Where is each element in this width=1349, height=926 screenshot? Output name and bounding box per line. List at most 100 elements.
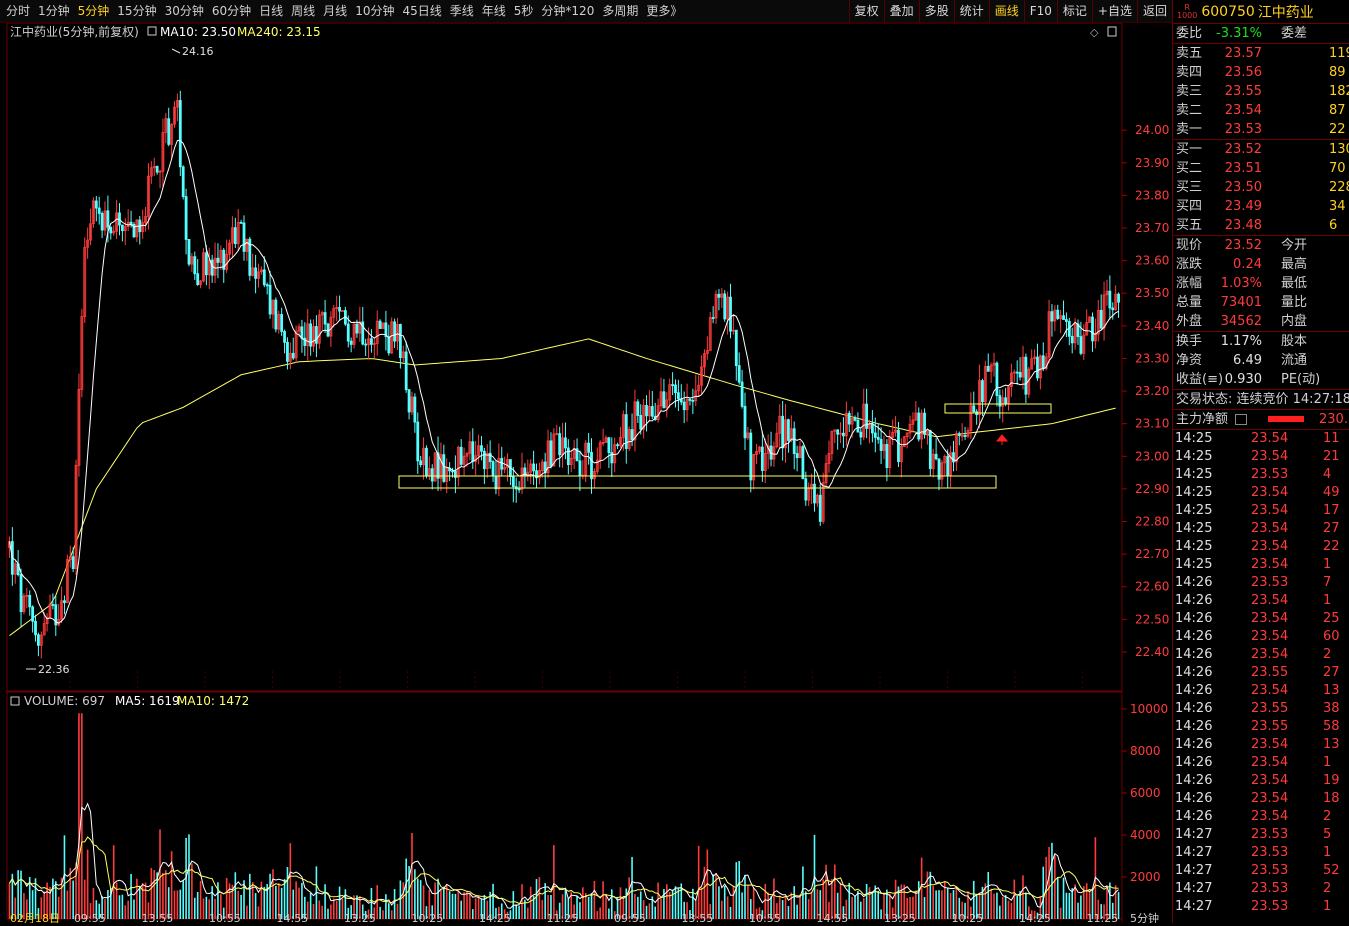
period-tab[interactable]: 更多》 bbox=[642, 0, 686, 22]
kline-chart-area[interactable]: 24.00 23.90 23.80 23.70 23.60 23.50 23.40 23.30… bbox=[0, 22, 1172, 925]
ask-label: 卖二 bbox=[1176, 103, 1203, 118]
candle-body bbox=[338, 307, 341, 312]
tick-time: 14:26 bbox=[1175, 791, 1213, 806]
tick-price: 23.54 bbox=[1251, 611, 1289, 626]
breakout-box-drawing[interactable] bbox=[944, 403, 1052, 414]
toolbar-button[interactable]: 多股 bbox=[918, 0, 954, 22]
ask-row[interactable]: 卖一 23.53 22 bbox=[1173, 120, 1349, 139]
candle-body bbox=[37, 634, 40, 646]
toolbar-buttons: 复权 叠加 多股 统计 画线 F10 标记 +自选 返回 bbox=[848, 0, 1172, 22]
toolbar-button[interactable]: 标记 bbox=[1056, 0, 1092, 22]
ask-row[interactable]: 卖三 23.55 182 bbox=[1173, 82, 1349, 101]
candle-body bbox=[650, 406, 654, 417]
period-tab[interactable]: 多周期 bbox=[598, 0, 642, 22]
time-axis-label: 14:25 bbox=[479, 912, 511, 923]
candle-body bbox=[268, 284, 272, 315]
candle-body bbox=[286, 341, 289, 362]
tick-time: 14:25 bbox=[1175, 539, 1213, 554]
period-tab[interactable]: 60分钟 bbox=[208, 0, 255, 22]
candle-body bbox=[184, 196, 188, 240]
tick-volume: 27 bbox=[1323, 521, 1340, 536]
candle-body bbox=[1091, 316, 1094, 342]
tick-price: 23.53 bbox=[1251, 827, 1289, 842]
time-axis-label: 14:25 bbox=[1019, 912, 1051, 923]
ask-row[interactable]: 卖四 23.56 89 bbox=[1173, 63, 1349, 82]
bid-row[interactable]: 买一 23.52 130 bbox=[1173, 140, 1349, 159]
kline-chart[interactable]: 24.00 23.90 23.80 23.70 23.60 23.50 23.40 23.30… bbox=[0, 22, 1172, 925]
period-badge[interactable]: 5分钟 bbox=[1130, 911, 1159, 925]
candle-body bbox=[792, 428, 796, 454]
tick-time: 14:26 bbox=[1175, 629, 1213, 644]
tick-row: 14:27 23.53 2 bbox=[1173, 880, 1349, 898]
candle-body bbox=[404, 351, 408, 391]
candle-body bbox=[885, 444, 889, 468]
main-net-menu-icon[interactable] bbox=[1235, 414, 1247, 425]
period-tab[interactable]: 日线 bbox=[255, 0, 287, 22]
toolbar-button[interactable]: F10 bbox=[1023, 0, 1057, 22]
toolbar-button[interactable]: 返回 bbox=[1136, 0, 1172, 22]
candle-body bbox=[1056, 309, 1060, 319]
tick-price: 23.55 bbox=[1251, 719, 1289, 734]
period-tab[interactable]: 15分钟 bbox=[113, 0, 160, 22]
toolbar-button[interactable]: +自选 bbox=[1091, 0, 1137, 22]
candle-body bbox=[813, 483, 816, 504]
diamond-icon[interactable]: ◇ bbox=[1090, 26, 1099, 39]
period-tab[interactable]: 5秒 bbox=[510, 0, 538, 22]
candle-body bbox=[482, 450, 486, 470]
period-tab[interactable]: 30分钟 bbox=[161, 0, 208, 22]
vol-legend-toggle-icon[interactable] bbox=[10, 696, 20, 706]
restore-icon[interactable] bbox=[1107, 26, 1117, 37]
bid-book: 买一 23.52 130 买二 23.51 70 买三 23.50 228 买四 23.49 34 买五… bbox=[1173, 140, 1349, 236]
candle-body bbox=[804, 478, 808, 501]
tick-list[interactable]: 14:25 23.54 11 14:25 23.54 21 14:25 23.53 4 14:25… bbox=[1173, 430, 1349, 916]
period-tab[interactable]: 月线 bbox=[319, 0, 351, 22]
time-axis-label: 14:55 bbox=[817, 912, 849, 923]
candle-body bbox=[639, 415, 643, 430]
bid-volume: 228 bbox=[1329, 180, 1349, 195]
candle-body bbox=[995, 362, 999, 396]
period-tab[interactable]: 分钟*120 bbox=[537, 0, 598, 22]
ask-volume: 87 bbox=[1329, 103, 1346, 118]
period-tab[interactable]: 1分钟 bbox=[34, 0, 74, 22]
time-axis-label: 11:25 bbox=[547, 912, 579, 923]
bid-row[interactable]: 买二 23.51 70 bbox=[1173, 159, 1349, 178]
period-tab[interactable]: 周线 bbox=[287, 0, 319, 22]
stat-label: 净资 bbox=[1176, 353, 1203, 368]
support-box-drawing[interactable] bbox=[398, 475, 997, 489]
toolbar-button[interactable]: 复权 bbox=[848, 0, 884, 22]
toolbar-button[interactable]: 统计 bbox=[953, 0, 989, 22]
tick-time: 14:26 bbox=[1175, 683, 1213, 698]
tick-time: 14:27 bbox=[1175, 881, 1213, 896]
period-tab[interactable]: 年线 bbox=[478, 0, 510, 22]
candle-body bbox=[1111, 307, 1115, 311]
fundamental-stats: 换手 1.17% 股本 净资 6.49 流通 收益(≡) 0.930 PE(动) bbox=[1173, 332, 1349, 390]
period-tab[interactable]: 10分钟 bbox=[351, 0, 398, 22]
toolbar-button[interactable]: 画线 bbox=[988, 0, 1024, 22]
bid-row[interactable]: 买三 23.50 228 bbox=[1173, 178, 1349, 197]
tick-time: 14:26 bbox=[1175, 737, 1213, 752]
ask-row[interactable]: 卖二 23.54 87 bbox=[1173, 101, 1349, 120]
tick-price: 23.54 bbox=[1251, 647, 1289, 662]
legend-toggle-icon[interactable] bbox=[147, 26, 157, 36]
price-axis-label: 22.90 bbox=[1135, 482, 1169, 496]
ask-row[interactable]: 卖五 23.57 119 bbox=[1173, 44, 1349, 63]
candle-body bbox=[494, 475, 498, 490]
tick-row: 14:26 23.54 2 bbox=[1173, 808, 1349, 826]
tick-row: 14:26 23.54 1 bbox=[1173, 754, 1349, 772]
tick-volume: 17 bbox=[1323, 503, 1340, 518]
bid-label: 买五 bbox=[1176, 218, 1203, 233]
tick-price: 23.54 bbox=[1251, 629, 1289, 644]
stat-label-right: PE(动) bbox=[1281, 372, 1321, 387]
tick-volume: 13 bbox=[1323, 683, 1340, 698]
period-tab[interactable]: 5分钟 bbox=[74, 0, 114, 22]
toolbar-button[interactable]: 叠加 bbox=[883, 0, 919, 22]
stat-label: 涨幅 bbox=[1176, 276, 1203, 291]
period-tab[interactable]: 季线 bbox=[446, 0, 478, 22]
period-tab[interactable]: 45日线 bbox=[398, 0, 445, 22]
bid-row[interactable]: 买四 23.49 34 bbox=[1173, 197, 1349, 216]
price-axis-label: 22.70 bbox=[1135, 547, 1169, 561]
tick-volume: 4 bbox=[1323, 467, 1332, 482]
period-tab[interactable]: 分时 bbox=[2, 0, 34, 22]
tick-row: 14:26 23.54 19 bbox=[1173, 772, 1349, 790]
bid-row[interactable]: 买五 23.48 6 bbox=[1173, 216, 1349, 235]
